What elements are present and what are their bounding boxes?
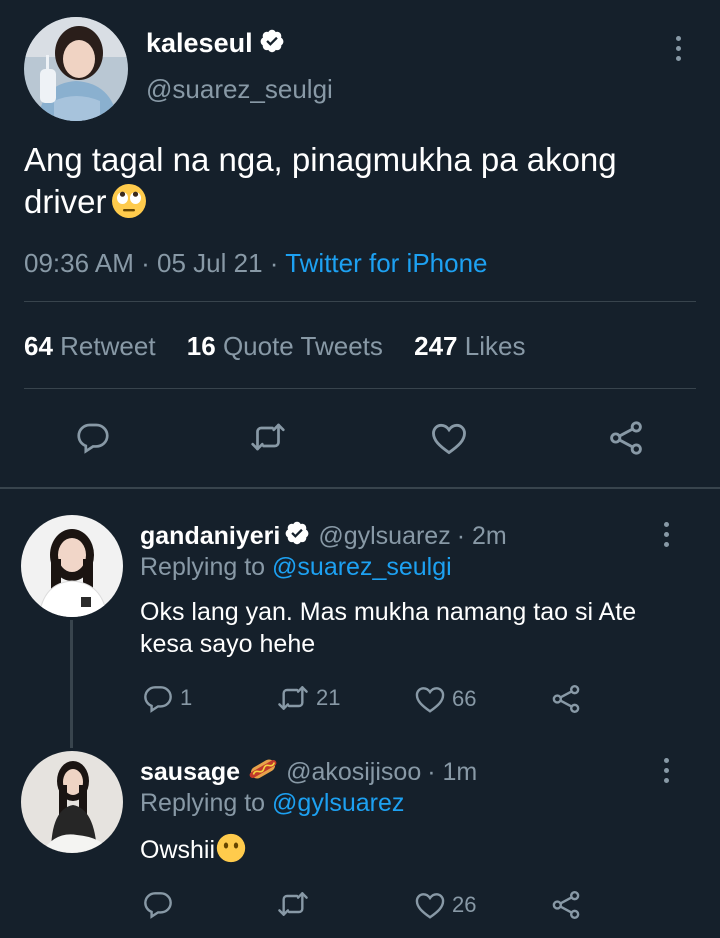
share-button[interactable] (550, 889, 582, 921)
face-with-rolling-eyes-icon (111, 183, 147, 229)
share-button[interactable] (550, 683, 582, 715)
main-tweet-text: Ang tagal na nga, pinagmukha pa akong dr… (24, 139, 694, 229)
reply-time: · 1m (427, 758, 478, 786)
replying-to-prefix: Replying to (140, 553, 266, 581)
reply-button[interactable] (142, 888, 180, 920)
replying-to-link[interactable]: @suarez_seulgi (272, 553, 452, 581)
retweet-count: 21 (316, 685, 341, 710)
share-icon (610, 421, 642, 455)
replying-to: Replying to @suarez_seulgi (140, 553, 452, 582)
meta-separator: · (141, 248, 150, 278)
likes-label: Likes (464, 331, 526, 361)
like-icon (432, 423, 466, 455)
main-tweet-handle[interactable]: @suarez_seulgi (146, 74, 333, 105)
main-tweet: kaleseul @suarez_seulgi Ang tagal na nga… (0, 0, 720, 488)
reply-header: sausage @akosijisoo · 1m (140, 756, 477, 789)
like-count: 66 (452, 686, 477, 711)
more-icon[interactable] (654, 750, 678, 790)
like-icon (415, 687, 445, 713)
more-icon[interactable] (654, 514, 678, 554)
reply-icon (144, 686, 172, 713)
reply-handle[interactable]: @gylsuarez (318, 522, 450, 551)
reply-text: Oks lang yan. Mas mukha namang tao si At… (140, 598, 637, 658)
reply-display-name[interactable]: gandaniyeri (140, 522, 280, 551)
share-icon (552, 891, 580, 919)
hot-dog-icon (248, 756, 278, 789)
reply-header: gandaniyeri @gylsuarez · 2m (140, 520, 507, 553)
replying-to-prefix: Replying to (140, 789, 266, 817)
likes-stat[interactable]: 247 Likes (414, 331, 525, 362)
share-button[interactable] (606, 419, 646, 457)
retweet-icon (278, 892, 308, 916)
thread-connector (70, 620, 73, 748)
likes-count: 247 (414, 331, 458, 361)
quote-count: 16 (186, 331, 216, 361)
like-count: 26 (452, 892, 477, 917)
reply-display-name[interactable]: sausage (140, 758, 240, 787)
tweet-source-link[interactable]: Twitter for iPhone (285, 248, 487, 278)
divider (24, 301, 696, 302)
retweet-button[interactable] (276, 888, 316, 920)
reply-button[interactable] (74, 419, 112, 455)
replying-to-link[interactable]: @gylsuarez (272, 789, 404, 817)
more-icon[interactable] (666, 28, 690, 68)
replying-to: Replying to @gylsuarez (140, 789, 404, 818)
main-tweet-name-row: kaleseul (146, 28, 285, 59)
main-tweet-avatar[interactable] (24, 17, 128, 121)
quote-label: Quote Tweets (222, 331, 383, 361)
retweet-button[interactable] (248, 419, 288, 455)
reply-icon (144, 892, 172, 919)
meta-separator: · (269, 248, 279, 278)
retweet-count: 64 (24, 331, 53, 361)
retweet-label: Retweet (60, 331, 156, 361)
section-divider (0, 487, 720, 489)
reply-text: Owshii (140, 833, 680, 871)
retweet-icon (251, 423, 285, 451)
reply-avatar[interactable] (21, 751, 123, 853)
verified-icon (259, 28, 285, 59)
main-tweet-meta: 09:36 AM · 05 Jul 21 · Twitter for iPhon… (24, 248, 488, 279)
retweet-stat[interactable]: 64 Retweet (24, 331, 156, 362)
like-button[interactable]: 66 (414, 683, 476, 715)
retweet-button[interactable]: 21 (276, 682, 340, 714)
like-icon (415, 893, 445, 919)
like-button[interactable]: 26 (414, 889, 476, 921)
retweet-icon (278, 686, 308, 710)
main-tweet-display-name[interactable]: kaleseul (146, 28, 253, 59)
tweet-time: 09:36 AM (24, 248, 134, 278)
reply-avatar[interactable] (21, 515, 123, 617)
tweet-date: 05 Jul 21 (157, 248, 263, 278)
reply-body: Owshii (140, 836, 216, 864)
verified-icon (284, 520, 310, 553)
reply-count: 1 (180, 685, 193, 710)
tweet-stats: 64 Retweet 16 Quote Tweets 247 Likes (24, 331, 549, 362)
reply-time: · 2m (456, 522, 507, 550)
share-icon (552, 685, 580, 713)
like-button[interactable] (429, 419, 469, 457)
quote-tweets-stat[interactable]: 16 Quote Tweets (187, 331, 383, 362)
face-without-mouth-icon (216, 833, 246, 871)
reply-button[interactable]: 1 (142, 682, 192, 714)
reply-handle[interactable]: @akosijisoo (286, 758, 421, 787)
reply-icon (77, 423, 109, 454)
divider (24, 388, 696, 389)
